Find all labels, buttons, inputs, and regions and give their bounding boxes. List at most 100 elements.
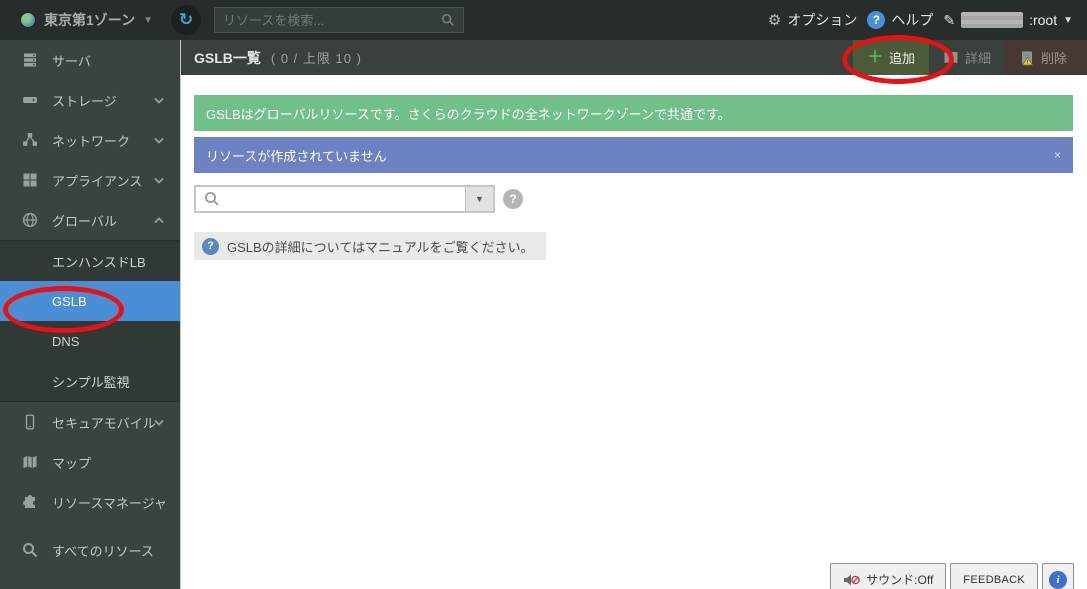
gear-icon: ⚙ <box>768 11 781 29</box>
sidebar-item-secure-mobile[interactable]: セキュアモバイル <box>0 402 180 442</box>
sidebar-item-simple-monitor[interactable]: シンプル監視 <box>0 361 180 401</box>
sidebar-item-map[interactable]: マップ <box>0 442 180 482</box>
sidebar-item-appliance[interactable]: アプライアンス <box>0 160 180 200</box>
chevron-up-icon <box>154 217 164 224</box>
pencil-icon: ✎ <box>943 12 955 29</box>
topbar-right: ⚙ オプション ? ヘルプ ✎ :root ▼ <box>768 10 1087 30</box>
content-body: GSLBはグローバルリソースです。さくらのクラウドの全ネットワークゾーンで共通で… <box>181 75 1087 260</box>
sidebar-item-all-resources[interactable]: すべてのリソース <box>0 530 180 570</box>
filter-help-icon[interactable]: ? <box>503 189 523 209</box>
sidebar-item-network[interactable]: ネットワーク <box>0 120 180 160</box>
delete-doc-warning-icon: ! <box>1019 50 1035 66</box>
chevron-down-icon <box>154 419 164 426</box>
sidebar-item-gslb[interactable]: GSLB <box>0 281 180 321</box>
detail-button-label: 詳細 <box>965 48 991 67</box>
info-button[interactable]: i <box>1042 563 1074 589</box>
global-search-input[interactable] <box>223 13 441 28</box>
sidebar-item-label: セキュアモバイル <box>52 413 156 432</box>
resource-filter-input[interactable] <box>220 192 465 207</box>
feedback-button[interactable]: FEEDBACK <box>950 563 1038 589</box>
options-label: オプション <box>787 10 857 30</box>
account-suffix: :root <box>1029 12 1057 28</box>
filter-dropdown-button[interactable]: ▼ <box>465 187 493 211</box>
plus-icon: ＋ <box>867 50 883 66</box>
sound-toggle-label: サウンド:Off <box>866 571 933 588</box>
globe-icon <box>22 212 38 228</box>
sidebar-item-label: グローバル <box>52 211 117 230</box>
refresh-button[interactable]: ↻ <box>171 5 201 35</box>
chevron-down-icon: ▼ <box>143 15 153 26</box>
zone-globe-icon <box>20 12 36 28</box>
delete-button[interactable]: ! 削除 <box>1005 40 1087 75</box>
server-icon <box>22 52 38 68</box>
sidebar-item-label: ネットワーク <box>52 131 130 150</box>
chevron-down-icon: ▼ <box>475 194 484 204</box>
speaker-muted-icon <box>843 573 860 587</box>
filter-row: ▼ ? <box>194 185 1073 213</box>
zone-selector[interactable]: 東京第1ゾーン ▼ <box>0 10 163 30</box>
sound-toggle-button[interactable]: サウンド:Off <box>830 563 946 589</box>
content-header: GSLB一覧 ( 0 / 上限 10 ) ＋ 追加 詳細 ! <box>181 40 1087 75</box>
network-icon <box>22 132 38 148</box>
sidebar-item-resource-manager[interactable]: リソースマネージャ <box>0 482 180 522</box>
delete-button-label: 削除 <box>1041 48 1067 67</box>
sidebar-item-label: エンハンスドLB <box>52 252 146 271</box>
global-resource-banner-text: GSLBはグローバルリソースです。さくらのクラウドの全ネットワークゾーンで共通で… <box>206 104 731 123</box>
chevron-down-icon <box>154 177 164 184</box>
book-icon <box>943 51 959 65</box>
help-icon: ? <box>867 11 885 29</box>
info-icon: i <box>1049 571 1067 589</box>
search-icon <box>196 191 220 207</box>
account-name-redacted <box>961 12 1023 28</box>
chevron-down-icon: ▼ <box>1063 15 1073 26</box>
sidebar-item-dns[interactable]: DNS <box>0 321 180 361</box>
global-submenu: エンハンスドLB GSLB DNS シンプル監視 <box>0 240 180 402</box>
refresh-icon: ↻ <box>179 10 193 30</box>
global-resource-banner: GSLBはグローバルリソースです。さくらのクラウドの全ネットワークゾーンで共通で… <box>194 95 1073 131</box>
sidebar-item-storage[interactable]: ストレージ <box>0 80 180 120</box>
manual-note-text: GSLBの詳細についてはマニュアルをご覧ください。 <box>227 237 534 256</box>
chevron-down-icon <box>154 137 164 144</box>
page-count: ( 0 / 上限 10 ) <box>271 48 362 67</box>
zone-label: 東京第1ゾーン <box>44 10 135 30</box>
options-button[interactable]: ⚙ オプション <box>768 10 857 30</box>
sidebar-item-label: すべてのリソース <box>52 541 154 560</box>
question-icon: ? <box>202 238 219 255</box>
sidebar-item-label: GSLB <box>52 294 87 309</box>
sidebar-item-label: ストレージ <box>52 91 117 110</box>
add-button[interactable]: ＋ 追加 <box>853 40 929 75</box>
sidebar-item-enhanced-lb[interactable]: エンハンスドLB <box>0 241 180 281</box>
puzzle-icon <box>22 494 38 510</box>
footer-tools: サウンド:Off FEEDBACK i <box>830 563 1074 589</box>
topbar: 東京第1ゾーン ▼ ↻ ⚙ オプション ? ヘルプ ✎ :root ▼ <box>0 0 1087 40</box>
header-actions: ＋ 追加 詳細 ! 削除 <box>853 40 1087 75</box>
empty-resources-banner-text: リソースが作成されていません <box>206 146 387 165</box>
main-panel: GSLB一覧 ( 0 / 上限 10 ) ＋ 追加 詳細 ! <box>180 40 1087 589</box>
manual-note: ? GSLBの詳細についてはマニュアルをご覧ください。 <box>194 232 546 260</box>
help-button[interactable]: ? ヘルプ <box>867 10 933 30</box>
sidebar-item-label: アプライアンス <box>52 171 142 190</box>
sidebar-item-global[interactable]: グローバル <box>0 200 180 240</box>
sidebar: サーバ ストレージ ネットワーク アプライアンス グローバル <box>0 40 180 589</box>
svg-text:!: ! <box>1027 59 1029 65</box>
search-icon <box>441 13 455 27</box>
account-menu[interactable]: ✎ :root ▼ <box>943 12 1073 29</box>
add-button-label: 追加 <box>889 48 915 67</box>
feedback-label: FEEDBACK <box>963 574 1025 586</box>
resource-filter[interactable]: ▼ <box>194 185 495 213</box>
help-label: ヘルプ <box>891 10 933 30</box>
map-icon <box>22 454 38 470</box>
sidebar-item-server[interactable]: サーバ <box>0 40 180 80</box>
storage-icon <box>22 92 38 108</box>
global-search[interactable] <box>214 7 464 33</box>
sidebar-item-label: サーバ <box>52 51 91 70</box>
sidebar-item-label: マップ <box>52 453 91 472</box>
sidebar-item-label: シンプル監視 <box>52 372 130 391</box>
mobile-icon <box>22 414 38 430</box>
chevron-down-icon <box>154 97 164 104</box>
detail-button[interactable]: 詳細 <box>929 40 1005 75</box>
search-icon <box>22 542 38 558</box>
page-title: GSLB一覧 <box>194 48 261 68</box>
close-icon[interactable]: × <box>1054 148 1061 162</box>
empty-resources-banner: リソースが作成されていません × <box>194 137 1073 173</box>
